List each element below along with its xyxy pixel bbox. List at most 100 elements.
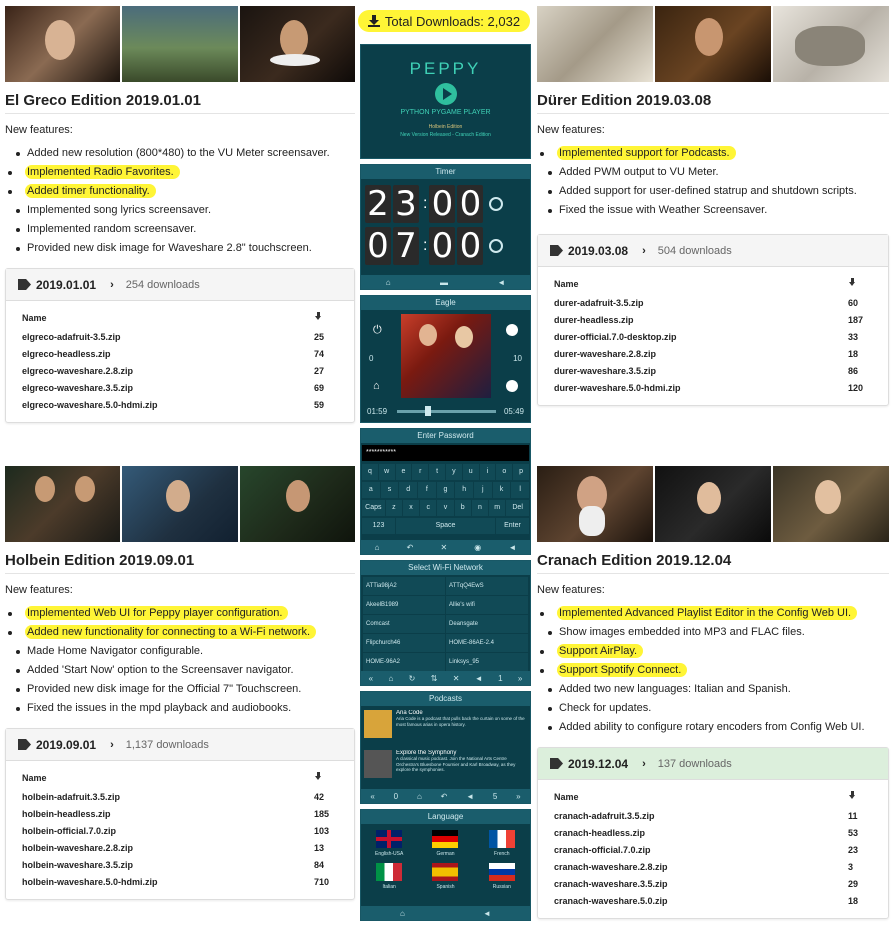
power-icon[interactable]: ⏻	[373, 324, 382, 337]
pause-icon[interactable]	[506, 324, 518, 336]
wifi-network-item[interactable]: Allie's wifi	[446, 596, 528, 614]
prev-page-icon[interactable]: «	[369, 674, 373, 683]
podcast-item[interactable]: Aria Code Aria Code is a podcast that pu…	[361, 706, 530, 746]
file-link[interactable]: holbein-waveshare.2.8.zip	[6, 840, 314, 857]
keyboard-key[interactable]: x	[402, 500, 420, 516]
keyboard-key[interactable]: l	[511, 482, 529, 498]
language-option[interactable]: English-USA	[361, 830, 417, 857]
keyboard-key[interactable]: v	[437, 500, 454, 516]
volume-icon[interactable]: ◄	[466, 792, 474, 801]
language-option[interactable]: Italian	[361, 863, 417, 890]
keyboard-key[interactable]: n	[471, 500, 489, 516]
wifi-network-item[interactable]: ATTia98jA2	[363, 577, 445, 595]
home-icon[interactable]: ⌂	[386, 278, 391, 287]
keyboard-key[interactable]: c	[420, 500, 437, 516]
keyboard-key[interactable]: r	[412, 464, 429, 480]
keyboard-key[interactable]: o	[496, 464, 513, 480]
bed-icon[interactable]: ▬	[440, 278, 448, 287]
file-link[interactable]: durer-headless.zip	[538, 312, 848, 329]
file-link[interactable]: cranach-waveshare.3.5.zip	[538, 876, 848, 893]
keyboard-key[interactable]: h	[455, 482, 473, 498]
volume-icon[interactable]: ◄	[508, 543, 516, 552]
file-link[interactable]: durer-official.7.0-desktop.zip	[538, 329, 848, 346]
podcast-item[interactable]: Explore the Symphony A classical music p…	[361, 746, 530, 786]
file-link[interactable]: holbein-headless.zip	[6, 806, 314, 823]
seek-handle[interactable]	[425, 406, 431, 416]
seek-bar[interactable]	[397, 406, 496, 416]
file-link[interactable]: elgreco-waveshare.3.5.zip	[6, 380, 314, 397]
file-link[interactable]: elgreco-headless.zip	[6, 346, 314, 363]
volume-icon[interactable]	[506, 380, 518, 392]
file-link[interactable]: durer-waveshare.3.5.zip	[538, 363, 848, 380]
file-link[interactable]: holbein-waveshare.5.0-hdmi.zip	[6, 874, 314, 891]
eye-icon[interactable]: ◉	[474, 543, 481, 552]
release-header[interactable]: 2019.01.01 › 254 downloads	[6, 269, 354, 301]
close-icon[interactable]: ✕	[440, 543, 447, 552]
file-link[interactable]: cranach-waveshare.2.8.zip	[538, 859, 848, 876]
keyboard-key[interactable]: k	[492, 482, 511, 498]
wifi-network-item[interactable]: Linksys_95	[446, 653, 528, 671]
alarm-icon[interactable]	[489, 239, 504, 253]
wifi-network-item[interactable]: HOME-96A2	[363, 653, 445, 671]
language-option[interactable]: French	[474, 830, 530, 857]
volume-icon[interactable]: ◄	[475, 674, 483, 683]
wifi-network-item[interactable]: Deansgate	[446, 615, 528, 633]
keyboard-key[interactable]: y	[446, 464, 462, 480]
language-option[interactable]: Russian	[474, 863, 530, 890]
prev-page-icon[interactable]: «	[370, 792, 374, 801]
keyboard-key[interactable]: Del	[506, 500, 529, 516]
next-page-icon[interactable]: »	[518, 674, 522, 683]
back-icon[interactable]: ↶	[441, 792, 448, 801]
home-icon[interactable]: ⌂	[400, 909, 405, 918]
language-option[interactable]: Spanish	[417, 863, 473, 890]
back-icon[interactable]: ↶	[407, 543, 414, 552]
keyboard-key[interactable]: i	[479, 464, 496, 480]
file-link[interactable]: elgreco-waveshare.2.8.zip	[6, 363, 314, 380]
keyboard-key[interactable]: Enter	[496, 518, 529, 534]
keyboard-key[interactable]: d	[399, 482, 417, 498]
keyboard-key[interactable]: g	[436, 482, 455, 498]
release-header[interactable]: 2019.12.04 › 137 downloads	[538, 748, 888, 780]
file-link[interactable]: durer-waveshare.5.0-hdmi.zip	[538, 380, 848, 397]
volume-icon[interactable]: ◄	[483, 909, 491, 918]
close-icon[interactable]: ✕	[453, 674, 460, 683]
wifi-network-item[interactable]: Flipchurch46	[363, 634, 445, 652]
wifi-network-item[interactable]: ATTqQ4EwS	[446, 577, 528, 595]
sort-icon[interactable]: ⇅	[431, 674, 438, 683]
volume-icon[interactable]: ◄	[497, 278, 505, 287]
file-link[interactable]: cranach-headless.zip	[538, 825, 848, 842]
file-link[interactable]: elgreco-waveshare.5.0-hdmi.zip	[6, 397, 314, 414]
password-field[interactable]: ***********	[362, 445, 529, 461]
keyboard-key[interactable]: e	[395, 464, 412, 480]
release-header[interactable]: 2019.03.08 › 504 downloads	[538, 235, 888, 267]
file-link[interactable]: cranach-adafruit.3.5.zip	[538, 808, 848, 825]
wifi-network-item[interactable]: Comcast	[363, 615, 445, 633]
home-icon[interactable]: ⌂	[388, 674, 393, 683]
keyboard-key[interactable]: Caps	[362, 500, 385, 516]
wifi-network-item[interactable]: HOME-86AE-2.4	[446, 634, 528, 652]
keyboard-key[interactable]: b	[454, 500, 471, 516]
language-option[interactable]: German	[417, 830, 473, 857]
file-link[interactable]: durer-adafruit-3.5.zip	[538, 295, 848, 312]
file-link[interactable]: elgreco-adafruit-3.5.zip	[6, 329, 314, 346]
keyboard-key[interactable]: u	[462, 464, 479, 480]
keyboard-key[interactable]: w	[378, 464, 395, 480]
file-link[interactable]: cranach-official.7.0.zip	[538, 842, 848, 859]
wifi-network-item[interactable]: AkeelB1989	[363, 596, 445, 614]
file-link[interactable]: durer-waveshare.2.8.zip	[538, 346, 848, 363]
file-link[interactable]: holbein-adafruit.3.5.zip	[6, 789, 314, 806]
home-icon[interactable]: ⌂	[417, 792, 422, 801]
file-link[interactable]: cranach-waveshare.5.0.zip	[538, 893, 848, 910]
file-link[interactable]: holbein-waveshare.3.5.zip	[6, 857, 314, 874]
keyboard-key[interactable]: j	[473, 482, 492, 498]
keyboard-key[interactable]: Space	[396, 518, 495, 534]
file-link[interactable]: holbein-official.7.0.zip	[6, 823, 314, 840]
keyboard-key[interactable]: a	[362, 482, 380, 498]
keyboard-key[interactable]: z	[385, 500, 402, 516]
home-icon[interactable]: ⌂	[373, 380, 380, 392]
keyboard-key[interactable]: s	[380, 482, 399, 498]
keyboard-key[interactable]: f	[417, 482, 436, 498]
refresh-icon[interactable]: ↻	[409, 674, 416, 683]
keyboard-key[interactable]: 123	[362, 518, 395, 534]
keyboard-key[interactable]: q	[362, 464, 378, 480]
